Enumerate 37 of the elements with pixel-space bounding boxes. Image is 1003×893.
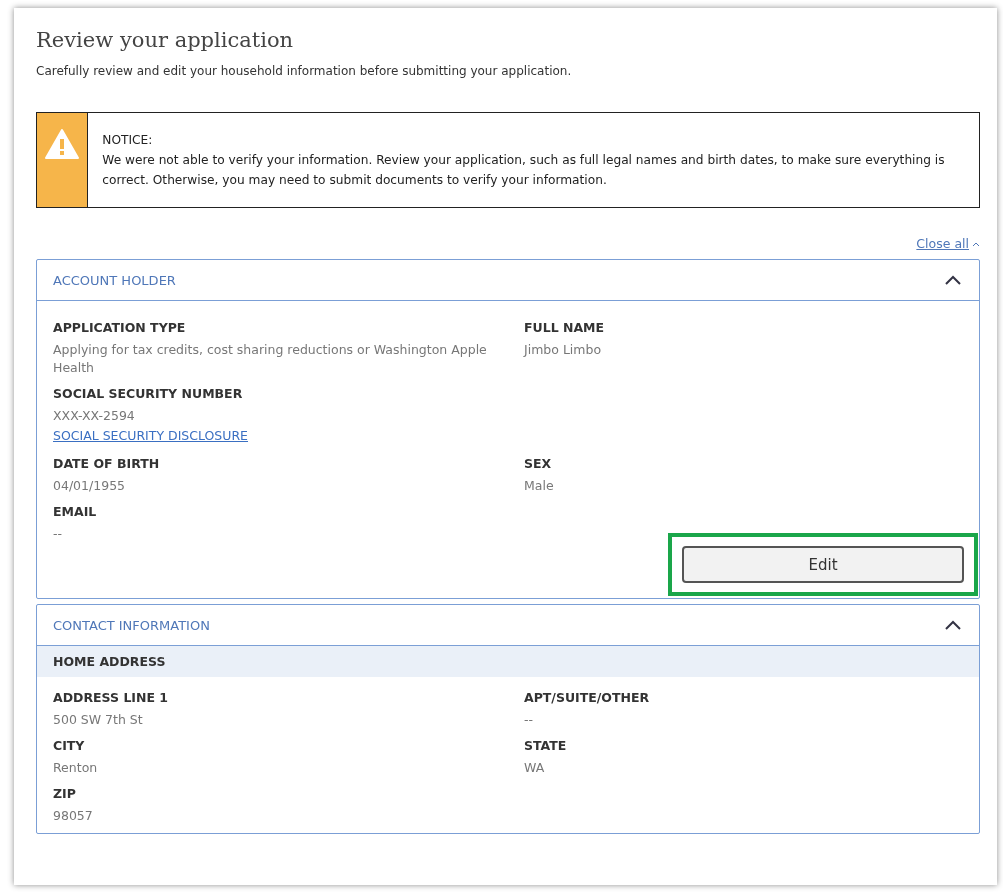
field-value: 98057 xyxy=(53,807,93,825)
field-value: 500 SW 7th St xyxy=(53,711,143,729)
field-label: FULL NAME xyxy=(524,319,605,337)
field-value: Male xyxy=(524,477,554,495)
section-title: CONTACT INFORMATION xyxy=(53,617,210,633)
field-label: ZIP xyxy=(53,785,76,803)
field-label: SOCIAL SECURITY NUMBER xyxy=(53,385,243,403)
subsection-header: HOME ADDRESS xyxy=(37,646,979,677)
field-value: -- xyxy=(53,525,63,543)
field-label: APPLICATION TYPE xyxy=(53,319,186,337)
field-label: SEX xyxy=(524,455,552,473)
field-value: Renton xyxy=(53,759,98,777)
field-value: WA xyxy=(524,759,545,777)
warning-icon xyxy=(45,129,80,159)
section-header[interactable]: ACCOUNT HOLDER xyxy=(37,260,979,301)
page-subtitle: Carefully review and edit your household information before submitting your application. xyxy=(36,64,573,78)
field-label: CITY xyxy=(53,737,85,755)
field-value: Applying for tax credits, cost sharing reductions or Washington Apple Health xyxy=(53,341,488,377)
notice-heading: NOTICE: xyxy=(102,132,154,149)
close-all-link[interactable]: Close all xyxy=(916,236,980,251)
field-label: EMAIL xyxy=(53,503,97,521)
field-value: 04/01/1955 xyxy=(53,477,126,495)
notice-text: We were not able to verify your information. Review your application, such as full legal names and birth dates, to make sure everything is correct. Otherwise, you may need to submit documents to verify your information. xyxy=(102,153,945,187)
field-value: XXX-XX-2594 xyxy=(53,407,135,425)
page-title: Review your application xyxy=(36,28,295,52)
section-title: ACCOUNT HOLDER xyxy=(53,272,176,288)
field-value: Jimbo Limbo xyxy=(524,341,602,359)
chevron-up-icon[interactable] xyxy=(943,619,963,631)
field-label: ADDRESS LINE 1 xyxy=(53,689,169,707)
caret-up-icon xyxy=(972,240,980,247)
field-value: -- xyxy=(524,711,534,729)
field-label: DATE OF BIRTH xyxy=(53,455,160,473)
chevron-up-icon[interactable] xyxy=(943,274,963,286)
field-label: STATE xyxy=(524,737,567,755)
edit-button[interactable]: Edit xyxy=(682,546,964,583)
field-label: APT/SUITE/OTHER xyxy=(524,689,650,707)
disclosure-link[interactable]: SOCIAL SECURITY DISCLOSURE xyxy=(53,425,248,447)
